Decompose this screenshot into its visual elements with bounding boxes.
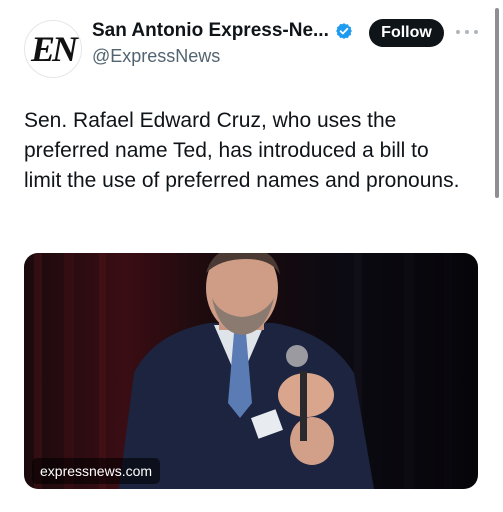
scrollbar[interactable] bbox=[495, 8, 499, 198]
more-dot bbox=[465, 30, 469, 34]
tweet-text: Sen. Rafael Edward Cruz, who uses the pr… bbox=[24, 109, 460, 192]
avatar[interactable]: EN bbox=[24, 20, 82, 78]
more-dot bbox=[456, 30, 460, 34]
media-domain-label[interactable]: expressnews.com bbox=[32, 458, 161, 484]
speaker-photo-illustration bbox=[34, 253, 452, 489]
more-dot bbox=[474, 30, 478, 34]
author-handle[interactable]: @ExpressNews bbox=[92, 46, 220, 67]
tweet-media-image[interactable] bbox=[24, 253, 478, 489]
author-name-row: San Antonio Express-Ne... bbox=[92, 20, 353, 42]
follow-button[interactable]: Follow bbox=[369, 19, 444, 47]
display-name[interactable]: San Antonio Express-Ne... bbox=[92, 20, 329, 42]
more-horizontal-icon[interactable] bbox=[456, 27, 478, 37]
avatar-logo-text: EN bbox=[30, 29, 78, 69]
verified-badge-icon bbox=[335, 23, 352, 39]
